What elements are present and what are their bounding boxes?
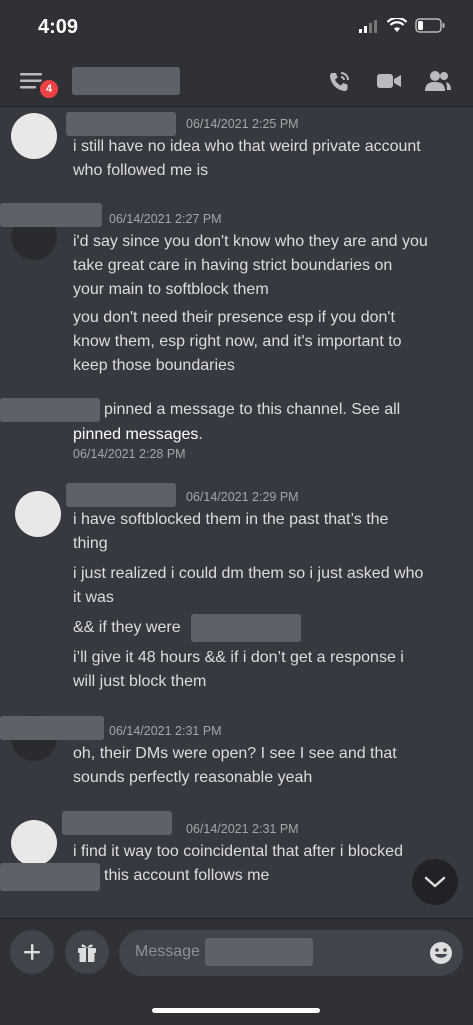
message-text: it was — [73, 589, 114, 606]
message-text: take great care in having strict boundar… — [73, 257, 393, 274]
battery-icon — [415, 18, 445, 33]
message-text: && if they were — [73, 619, 181, 636]
chevron-down-icon — [424, 876, 446, 888]
message-text: i have softblocked them in the past that… — [73, 511, 389, 528]
unread-badge: 4 — [38, 78, 60, 100]
message-text: oh, their DMs were open? I see I see and… — [73, 745, 397, 762]
message-text: thing — [73, 535, 108, 552]
system-text: pinned a message to this channel. See al… — [104, 401, 401, 418]
username-redacted[interactable] — [66, 112, 176, 136]
channel-name-redacted — [205, 938, 313, 966]
members-icon[interactable] — [425, 70, 451, 92]
signal-icon — [359, 19, 377, 33]
message-timestamp: 06/14/2021 2:29 PM — [186, 490, 299, 504]
channel-name-redacted — [72, 67, 180, 95]
username-redacted[interactable] — [0, 203, 102, 227]
username-redacted[interactable] — [0, 398, 100, 422]
message-timestamp: 06/14/2021 2:25 PM — [186, 117, 299, 131]
message-text: your main to softblock them — [73, 281, 269, 298]
jump-to-present-button[interactable] — [412, 859, 458, 905]
message-timestamp: 06/14/2021 2:28 PM — [73, 447, 186, 461]
message-input[interactable]: Message — [119, 930, 463, 976]
avatar[interactable] — [11, 113, 57, 159]
message-text: i'd say since you don't know who they ar… — [73, 233, 428, 250]
username-redacted[interactable] — [0, 716, 104, 740]
message-list[interactable]: 06/14/2021 2:25 PM i still have no idea … — [0, 107, 473, 918]
plus-icon — [24, 944, 40, 960]
message-text: who followed me is — [73, 162, 209, 179]
add-attachment-button[interactable] — [10, 930, 54, 974]
username-redacted[interactable] — [62, 811, 172, 835]
mention-redacted — [191, 614, 301, 642]
message-text: this account follows me — [104, 867, 270, 884]
status-bar: 4:09 — [0, 0, 473, 56]
home-indicator — [152, 1008, 320, 1013]
message-text: you don't need their presence esp if you… — [73, 309, 395, 326]
message-text: i still have no idea who that weird priv… — [73, 138, 421, 155]
status-icons — [359, 18, 445, 33]
status-time: 4:09 — [38, 16, 79, 38]
message-text: i find it way too coincidental that afte… — [73, 843, 403, 860]
message-text: know them, esp right now, and it's impor… — [73, 333, 402, 350]
avatar[interactable] — [15, 491, 61, 537]
message-timestamp: 06/14/2021 2:31 PM — [109, 724, 222, 738]
message-text: i just realized i could dm them so i jus… — [73, 565, 424, 582]
gift-icon — [78, 944, 96, 962]
avatar[interactable] — [11, 820, 57, 866]
message-placeholder: Message — [135, 943, 200, 960]
channel-header: 4 — [0, 56, 473, 107]
gift-button[interactable] — [65, 930, 109, 974]
message-text: sounds perfectly reasonable yeah — [73, 769, 313, 786]
message-timestamp: 06/14/2021 2:31 PM — [186, 822, 299, 836]
message-text: will just block them — [73, 673, 207, 690]
message-text: i’ll give it 48 hours && if i don’t get … — [73, 649, 404, 666]
phone-call-icon[interactable] — [327, 70, 351, 94]
wifi-icon — [387, 18, 407, 32]
pinned-messages-link-line: pinned messages. — [73, 423, 203, 447]
message-text: keep those boundaries — [73, 357, 235, 374]
pinned-messages-link[interactable]: pinned messages — [73, 426, 198, 443]
message-timestamp: 06/14/2021 2:27 PM — [109, 212, 222, 226]
emoji-icon[interactable] — [429, 941, 453, 965]
username-redacted — [0, 863, 100, 891]
username-redacted[interactable] — [66, 483, 176, 507]
link-suffix: . — [198, 426, 203, 443]
video-icon[interactable] — [376, 70, 402, 92]
